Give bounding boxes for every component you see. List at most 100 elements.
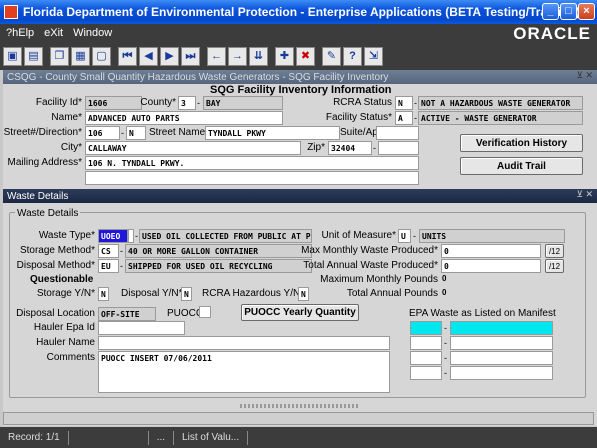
- epa-code-field-4[interactable]: [410, 366, 442, 380]
- waste-window-controls-icon[interactable]: ⊻ ✕: [576, 189, 593, 200]
- menu-help[interactable]: ?hElp: [6, 27, 34, 39]
- next-record-icon[interactable]: ▶: [160, 46, 179, 66]
- previous-record-icon[interactable]: ◀: [139, 46, 158, 66]
- street-number-label: Street#/Direction*: [3, 127, 82, 138]
- delete-record-icon[interactable]: ✖: [296, 46, 315, 66]
- next-block-icon[interactable]: →: [228, 46, 247, 66]
- close-button[interactable]: ×: [578, 3, 595, 20]
- zip-label: Zip*: [307, 142, 325, 153]
- print-icon[interactable]: ▤: [24, 46, 43, 66]
- first-record-icon[interactable]: ⏮: [118, 46, 137, 66]
- last-record-icon[interactable]: ⏭: [181, 46, 200, 66]
- audit-trail-button[interactable]: Audit Trail: [460, 157, 583, 175]
- zip-field[interactable]: 32404: [328, 141, 372, 155]
- window-title-bar: Florida Department of Environmental Prot…: [0, 0, 597, 24]
- verification-history-button[interactable]: Verification History: [460, 134, 583, 152]
- suite-field[interactable]: [376, 126, 419, 140]
- zip-extension-field[interactable]: [378, 141, 419, 155]
- max-monthly-unit-button[interactable]: /12: [545, 244, 564, 258]
- county-label: County*: [140, 97, 176, 108]
- hauler-name-label: Hauler Name: [36, 337, 95, 348]
- window-controls-icon[interactable]: ⊻ ✕: [576, 70, 593, 81]
- city-field[interactable]: CALLAWAY: [85, 141, 301, 155]
- total-annual-unit-button[interactable]: /12: [545, 259, 564, 273]
- app-icon: [4, 5, 18, 19]
- storage-method-label: Storage Method*: [19, 245, 95, 256]
- horizontal-scrollbar[interactable]: [3, 412, 594, 425]
- facility-window-bar: CSQG - County Small Quantity Hazardous W…: [3, 70, 597, 84]
- facility-id-field[interactable]: 1606: [85, 96, 142, 110]
- save-icon[interactable]: ▣: [3, 46, 22, 66]
- previous-block-icon[interactable]: ←: [207, 46, 226, 66]
- disposal-method-desc-field: SHIPPED FOR USED OIL RECYCLING: [125, 259, 312, 273]
- puocc-label: PUOCC: [167, 308, 204, 319]
- street-number-field[interactable]: 106: [85, 126, 120, 140]
- name-label: Name*: [51, 112, 82, 123]
- disposal-location-field: OFF-SITE: [98, 307, 156, 321]
- disposal-method-code-field[interactable]: EU: [98, 259, 119, 273]
- status-dots: ...: [149, 430, 175, 445]
- rcra-code-field[interactable]: N: [395, 96, 413, 110]
- uom-code-field[interactable]: U: [398, 229, 411, 243]
- resize-grip[interactable]: [240, 404, 360, 408]
- status-desc-field: ACTIVE - WASTE GENERATOR: [418, 111, 583, 125]
- insert-record-icon[interactable]: ✚: [275, 46, 294, 66]
- waste-window-title: Waste Details: [7, 190, 69, 202]
- storage-method-code-field[interactable]: CS: [98, 244, 119, 258]
- name-field[interactable]: ADVANCED AUTO PARTS: [85, 111, 283, 125]
- hauler-epa-id-field[interactable]: [98, 321, 185, 335]
- rcra-status-label: RCRA Status: [333, 97, 392, 108]
- rcra-desc-field: NOT A HAZARDOUS WASTE GENERATOR: [418, 96, 583, 110]
- questionable-label: Questionable: [30, 274, 94, 285]
- disposal-yn-label: Disposal Y/N*: [121, 288, 183, 299]
- waste-type-spacer: [128, 229, 134, 243]
- list-of-values-indicator: List of Valu...: [174, 430, 249, 445]
- minimize-button[interactable]: _: [542, 3, 559, 20]
- clear-icon[interactable]: ▢: [92, 46, 111, 66]
- epa-desc-field-1: [450, 321, 553, 335]
- comments-label: Comments: [46, 352, 95, 363]
- edit-icon[interactable]: ✎: [322, 46, 341, 66]
- max-monthly-pounds-value: 0: [442, 274, 447, 283]
- total-annual-pounds-label: Total Annual Pounds: [346, 288, 438, 299]
- epa-code-field-1[interactable]: [410, 321, 442, 335]
- county-code-field[interactable]: 3: [178, 96, 196, 110]
- comments-field[interactable]: PUOCC INSERT 07/06/2011: [98, 351, 390, 393]
- total-annual-waste-field[interactable]: 0: [441, 259, 541, 273]
- disposal-yn-field[interactable]: N: [181, 287, 192, 301]
- max-monthly-pounds-label: Maximum Monthly Pounds: [320, 274, 438, 285]
- total-annual-pounds-value: 0: [442, 288, 447, 297]
- max-monthly-waste-field[interactable]: 0: [441, 244, 541, 258]
- waste-type-desc-field: USED OIL COLLECTED FROM PUBLIC AT PUC: [139, 229, 312, 243]
- waste-type-label: Waste Type*: [38, 230, 95, 241]
- maximize-button[interactable]: □: [560, 3, 577, 20]
- storage-yn-field[interactable]: N: [98, 287, 109, 301]
- copy-icon[interactable]: ❐: [50, 46, 69, 66]
- mailing-address-line2[interactable]: [85, 171, 419, 185]
- puocc-checkbox[interactable]: [199, 306, 211, 318]
- paste-icon[interactable]: ▦: [71, 46, 90, 66]
- record-indicator: Record: 1/1: [0, 430, 69, 445]
- menu-bar: ?hElp eXit Window: [0, 24, 597, 42]
- disposal-method-label: Disposal Method*: [16, 260, 95, 271]
- direction-field[interactable]: N: [126, 126, 146, 140]
- waste-window-bar: Waste Details ⊻ ✕: [3, 189, 597, 203]
- exit-icon[interactable]: ⇲: [364, 46, 383, 66]
- enter-query-icon[interactable]: ⇊: [249, 46, 268, 66]
- waste-details-group-label: Waste Details: [15, 208, 81, 219]
- waste-type-code-field[interactable]: UOEO: [98, 229, 128, 243]
- epa-desc-field-2: [450, 336, 553, 350]
- rcra-hazardous-label: RCRA Hazardous Y/N*: [202, 288, 305, 299]
- storage-method-desc-field: 40 OR MORE GALLON CONTAINER: [125, 244, 312, 258]
- menu-exit[interactable]: eXit: [44, 27, 63, 39]
- menu-window[interactable]: Window: [73, 27, 112, 39]
- hauler-name-field[interactable]: [98, 336, 390, 350]
- hauler-epa-id-label: Hauler Epa Id: [33, 322, 95, 333]
- street-name-field[interactable]: TYNDALL PKWY: [205, 126, 340, 140]
- puocc-yearly-quantity-button[interactable]: PUOCC Yearly Quantity: [241, 304, 359, 321]
- status-code-field[interactable]: A: [395, 111, 413, 125]
- epa-code-field-3[interactable]: [410, 351, 442, 365]
- help-icon[interactable]: ?: [343, 46, 362, 66]
- mailing-address-line1[interactable]: 106 N. TYNDALL PKWY.: [85, 156, 419, 170]
- epa-code-field-2[interactable]: [410, 336, 442, 350]
